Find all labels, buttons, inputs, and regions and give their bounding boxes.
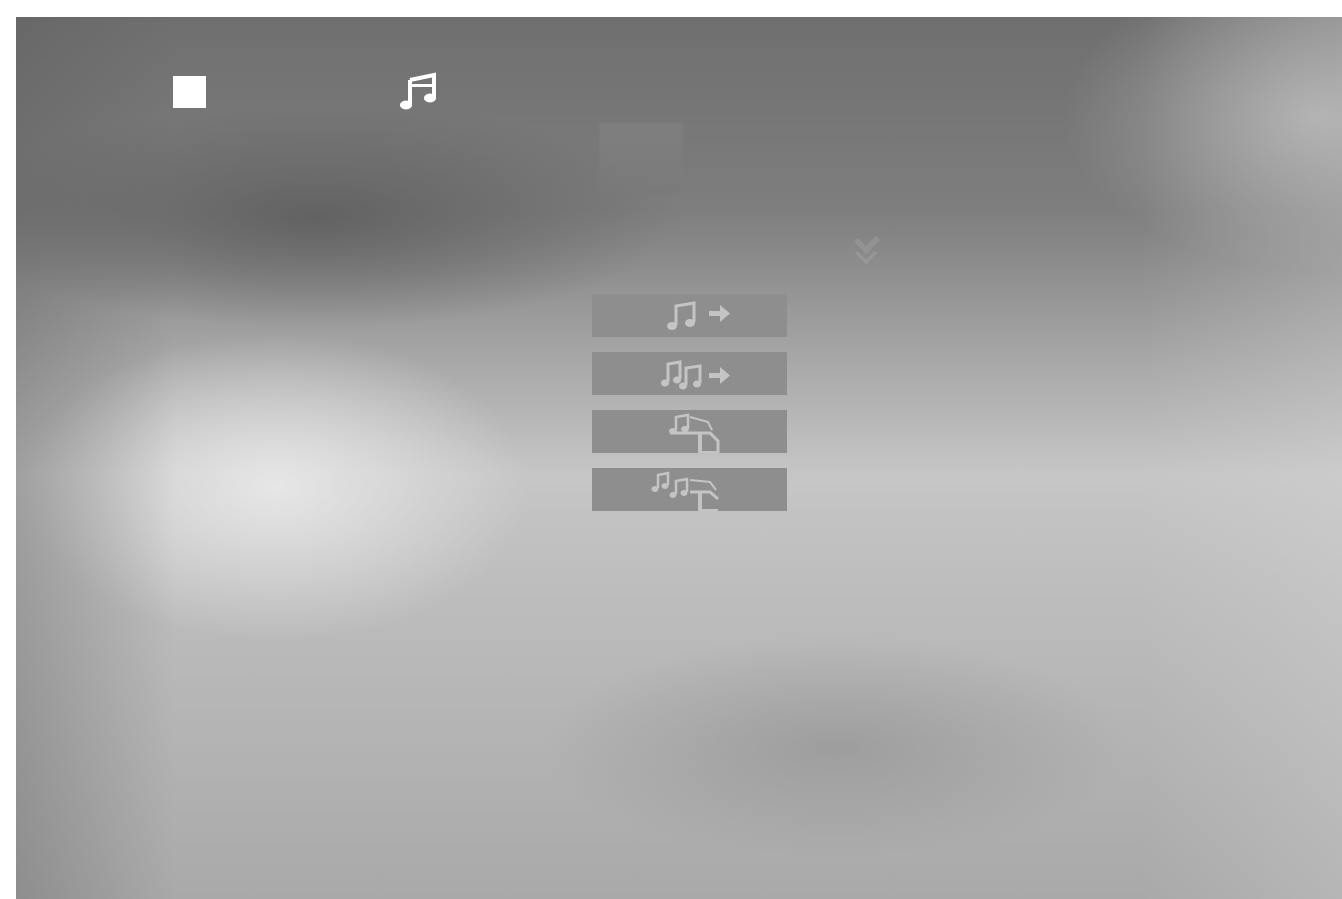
check-mark-icon — [854, 236, 880, 265]
music-note-icon — [400, 72, 436, 110]
play-all-tracks-button[interactable] — [592, 352, 787, 395]
play-single-track-button[interactable] — [592, 294, 787, 337]
album-thumbnail — [599, 123, 683, 193]
repeat-all-tracks-button[interactable] — [592, 468, 787, 511]
stop-square-icon — [173, 76, 206, 108]
play-mode-menu — [592, 294, 787, 526]
repeat-single-track-button[interactable] — [592, 410, 787, 453]
player-screen — [16, 17, 1342, 899]
play-single-track-icon — [667, 301, 730, 330]
repeat-all-tracks-icon — [651, 471, 719, 511]
play-all-tracks-icon — [661, 360, 730, 390]
repeat-single-track-icon — [669, 413, 720, 453]
